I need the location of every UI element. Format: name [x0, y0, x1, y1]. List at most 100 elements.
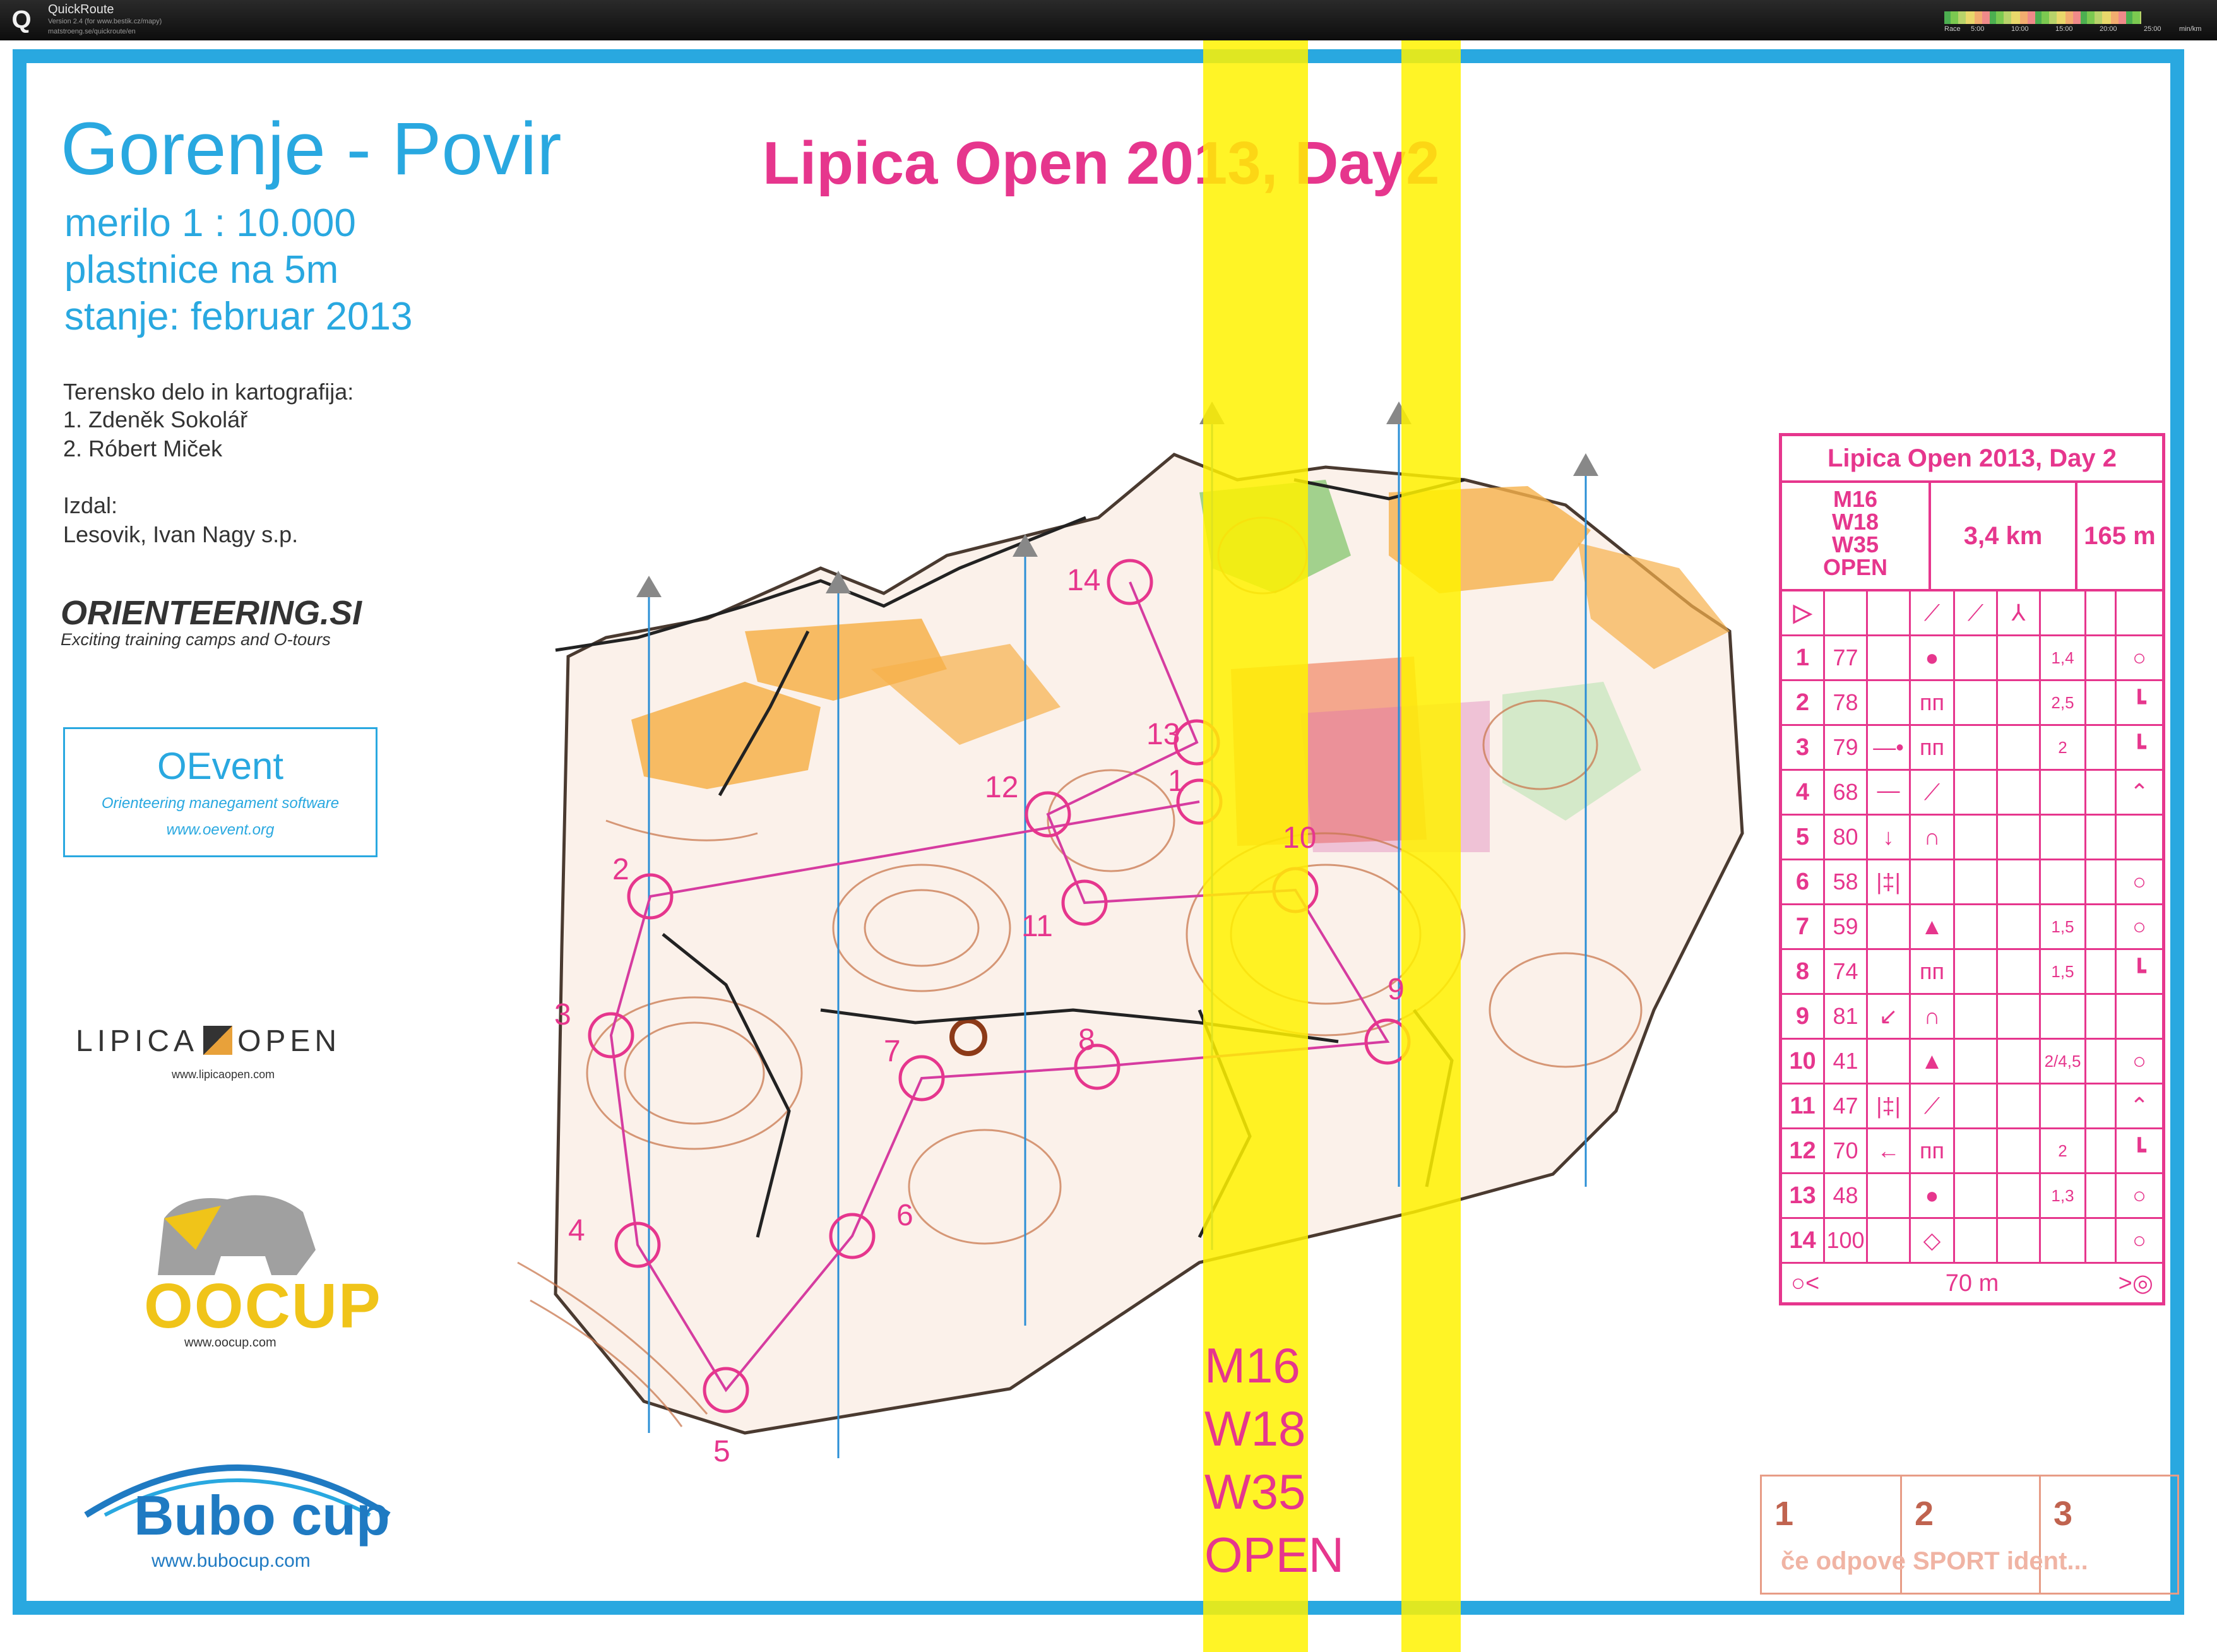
course-class: W35	[1831, 532, 1879, 557]
control-cell-h: 1,4	[2041, 636, 2086, 679]
class-label: OPEN	[1204, 1527, 1345, 1583]
course-class: W18	[1831, 509, 1879, 535]
control-cell-code: 41	[1825, 1040, 1868, 1083]
control-cell-i	[2086, 816, 2117, 859]
control-cell-h: 1,5	[2041, 950, 2086, 993]
road-symbol-icon: ⟋	[1911, 591, 1955, 634]
control-cell-d	[1868, 1040, 1911, 1083]
control-cell-h: 1,5	[2041, 905, 2086, 948]
map-contours: plastnice na 5m	[64, 248, 339, 292]
control-cell-h	[2041, 1219, 2086, 1262]
control-cell-g	[1998, 905, 2041, 948]
control-cell-d	[1868, 1219, 1911, 1262]
event-title: Lipica Open 2013, Day2	[763, 129, 1440, 197]
lipica-logo-left: LIPICA	[76, 1025, 199, 1058]
control-cell-i	[2086, 771, 2117, 814]
control-cell-code: 74	[1825, 950, 1868, 993]
control-number-label: 13	[1146, 718, 1180, 751]
control-cell-num: 10	[1782, 1040, 1825, 1083]
control-row: 1 77 ● 1,4 ○	[1782, 636, 2162, 681]
control-cell-j: ┗	[2132, 1138, 2146, 1163]
control-cell-e: ᴨᴨ	[1911, 950, 1955, 993]
control-cell-g	[1998, 816, 2041, 859]
control-cell-j: ○	[2132, 1048, 2146, 1074]
control-cell-h: 2,5	[2041, 681, 2086, 724]
control-cell-i	[2086, 860, 2117, 903]
control-cell-code: 70	[1825, 1129, 1868, 1172]
road-symbol-icon: ⟋	[1955, 591, 1998, 634]
control-cell-e: ⟋	[1911, 1084, 1955, 1127]
oevent-logo: OEvent Orienteering manegament software …	[63, 727, 377, 857]
control-cell-g	[1998, 995, 2041, 1038]
control-cell-code: 81	[1825, 995, 1868, 1038]
control-cell-num: 2	[1782, 681, 1825, 724]
control-cell-e: ᴨᴨ	[1911, 681, 1955, 724]
course-title: Lipica Open 2013, Day 2	[1782, 436, 2162, 483]
class-label: M16	[1204, 1338, 1300, 1393]
control-number-label: 8	[1078, 1023, 1095, 1057]
control-cell-e: ∩	[1911, 816, 1955, 859]
control-cell-d: ↓	[1868, 816, 1911, 859]
control-cell-d: —•—	[1868, 726, 1911, 803]
control-cell-num: 9	[1782, 995, 1825, 1038]
control-cell-f	[1955, 816, 1998, 859]
control-cell-h	[2041, 860, 2086, 903]
control-cell-h	[2041, 995, 2086, 1038]
lipica-url: www.lipicaopen.com	[172, 1068, 275, 1081]
control-cell-f	[1955, 681, 1998, 724]
control-cell-j	[2117, 995, 2162, 1038]
control-cell-e	[1911, 860, 1955, 903]
oocup-logo: OOCUP	[144, 1271, 382, 1341]
map-status: stanje: februar 2013	[64, 295, 413, 338]
control-cell-i	[2086, 1219, 2117, 1262]
control-cell-j	[2117, 816, 2162, 859]
yellow-highlight-bar	[1401, 40, 1461, 1652]
control-cell-f	[1955, 636, 1998, 679]
control-cell-f	[1955, 1219, 1998, 1262]
control-cell-i	[2086, 1174, 2117, 1217]
control-cell-num: 11	[1782, 1084, 1825, 1127]
control-cell-e: ▲	[1911, 1040, 1955, 1083]
control-cell-f	[1955, 1174, 1998, 1217]
control-cell-code: 79	[1825, 726, 1868, 769]
control-cell-d: |‡|	[1868, 860, 1911, 903]
lipica-flag-icon	[203, 1026, 233, 1055]
control-cell-f	[1955, 905, 1998, 948]
control-cell-e: ᴨᴨ	[1911, 1129, 1955, 1172]
control-cell-g	[1998, 1129, 2041, 1172]
course-classes: M16 W18 W35 OPEN	[1782, 480, 1931, 591]
control-cell-num: 14	[1782, 1219, 1825, 1262]
control-cell-e: ᴨᴨ	[1911, 726, 1955, 769]
control-cell-j: ┗	[2132, 958, 2146, 984]
control-cell-g	[1998, 726, 2041, 769]
control-row: 7 59 ▲ 1,5 ○	[1782, 905, 2162, 950]
oevent-subtitle: Orienteering manegament software	[101, 795, 340, 812]
control-cell-j: ┗	[2132, 689, 2146, 715]
control-cell-i	[2086, 995, 2117, 1038]
orienteering-si-tagline: Exciting training camps and O-tours	[61, 630, 331, 649]
control-cell-i	[2086, 905, 2117, 948]
control-number-label: 5	[713, 1435, 730, 1468]
control-cell-i	[2086, 1040, 2117, 1083]
control-row: 5 80 ↓ ∩	[1782, 816, 2162, 860]
control-cell-h: 1,3	[2041, 1174, 2086, 1217]
control-cell-e: ⟋	[1911, 771, 1955, 814]
control-cell-e: ●	[1911, 1174, 1955, 1217]
si-column-number: 3	[2054, 1495, 2073, 1533]
empty-cell	[2041, 591, 2086, 634]
control-cell-d	[1868, 636, 1911, 679]
control-cell-d	[1868, 1174, 1911, 1217]
control-cell-num: 12	[1782, 1129, 1825, 1172]
control-row: 8 74 ᴨᴨ 1,5 ┗	[1782, 950, 2162, 995]
control-cell-num: 1	[1782, 636, 1825, 679]
oocup-url: www.oocup.com	[184, 1336, 276, 1350]
control-cell-i	[2086, 1129, 2117, 1172]
control-cell-h: 2	[2041, 1129, 2086, 1172]
control-cell-i	[2086, 1084, 2117, 1127]
control-cell-g	[1998, 771, 2041, 814]
control-cell-i	[2086, 681, 2117, 724]
control-cell-e: ∩	[1911, 995, 1955, 1038]
control-cell-j: ○	[2132, 1182, 2146, 1208]
control-cell-d: ↙	[1868, 995, 1911, 1038]
control-cell-j: ○	[2132, 645, 2146, 670]
